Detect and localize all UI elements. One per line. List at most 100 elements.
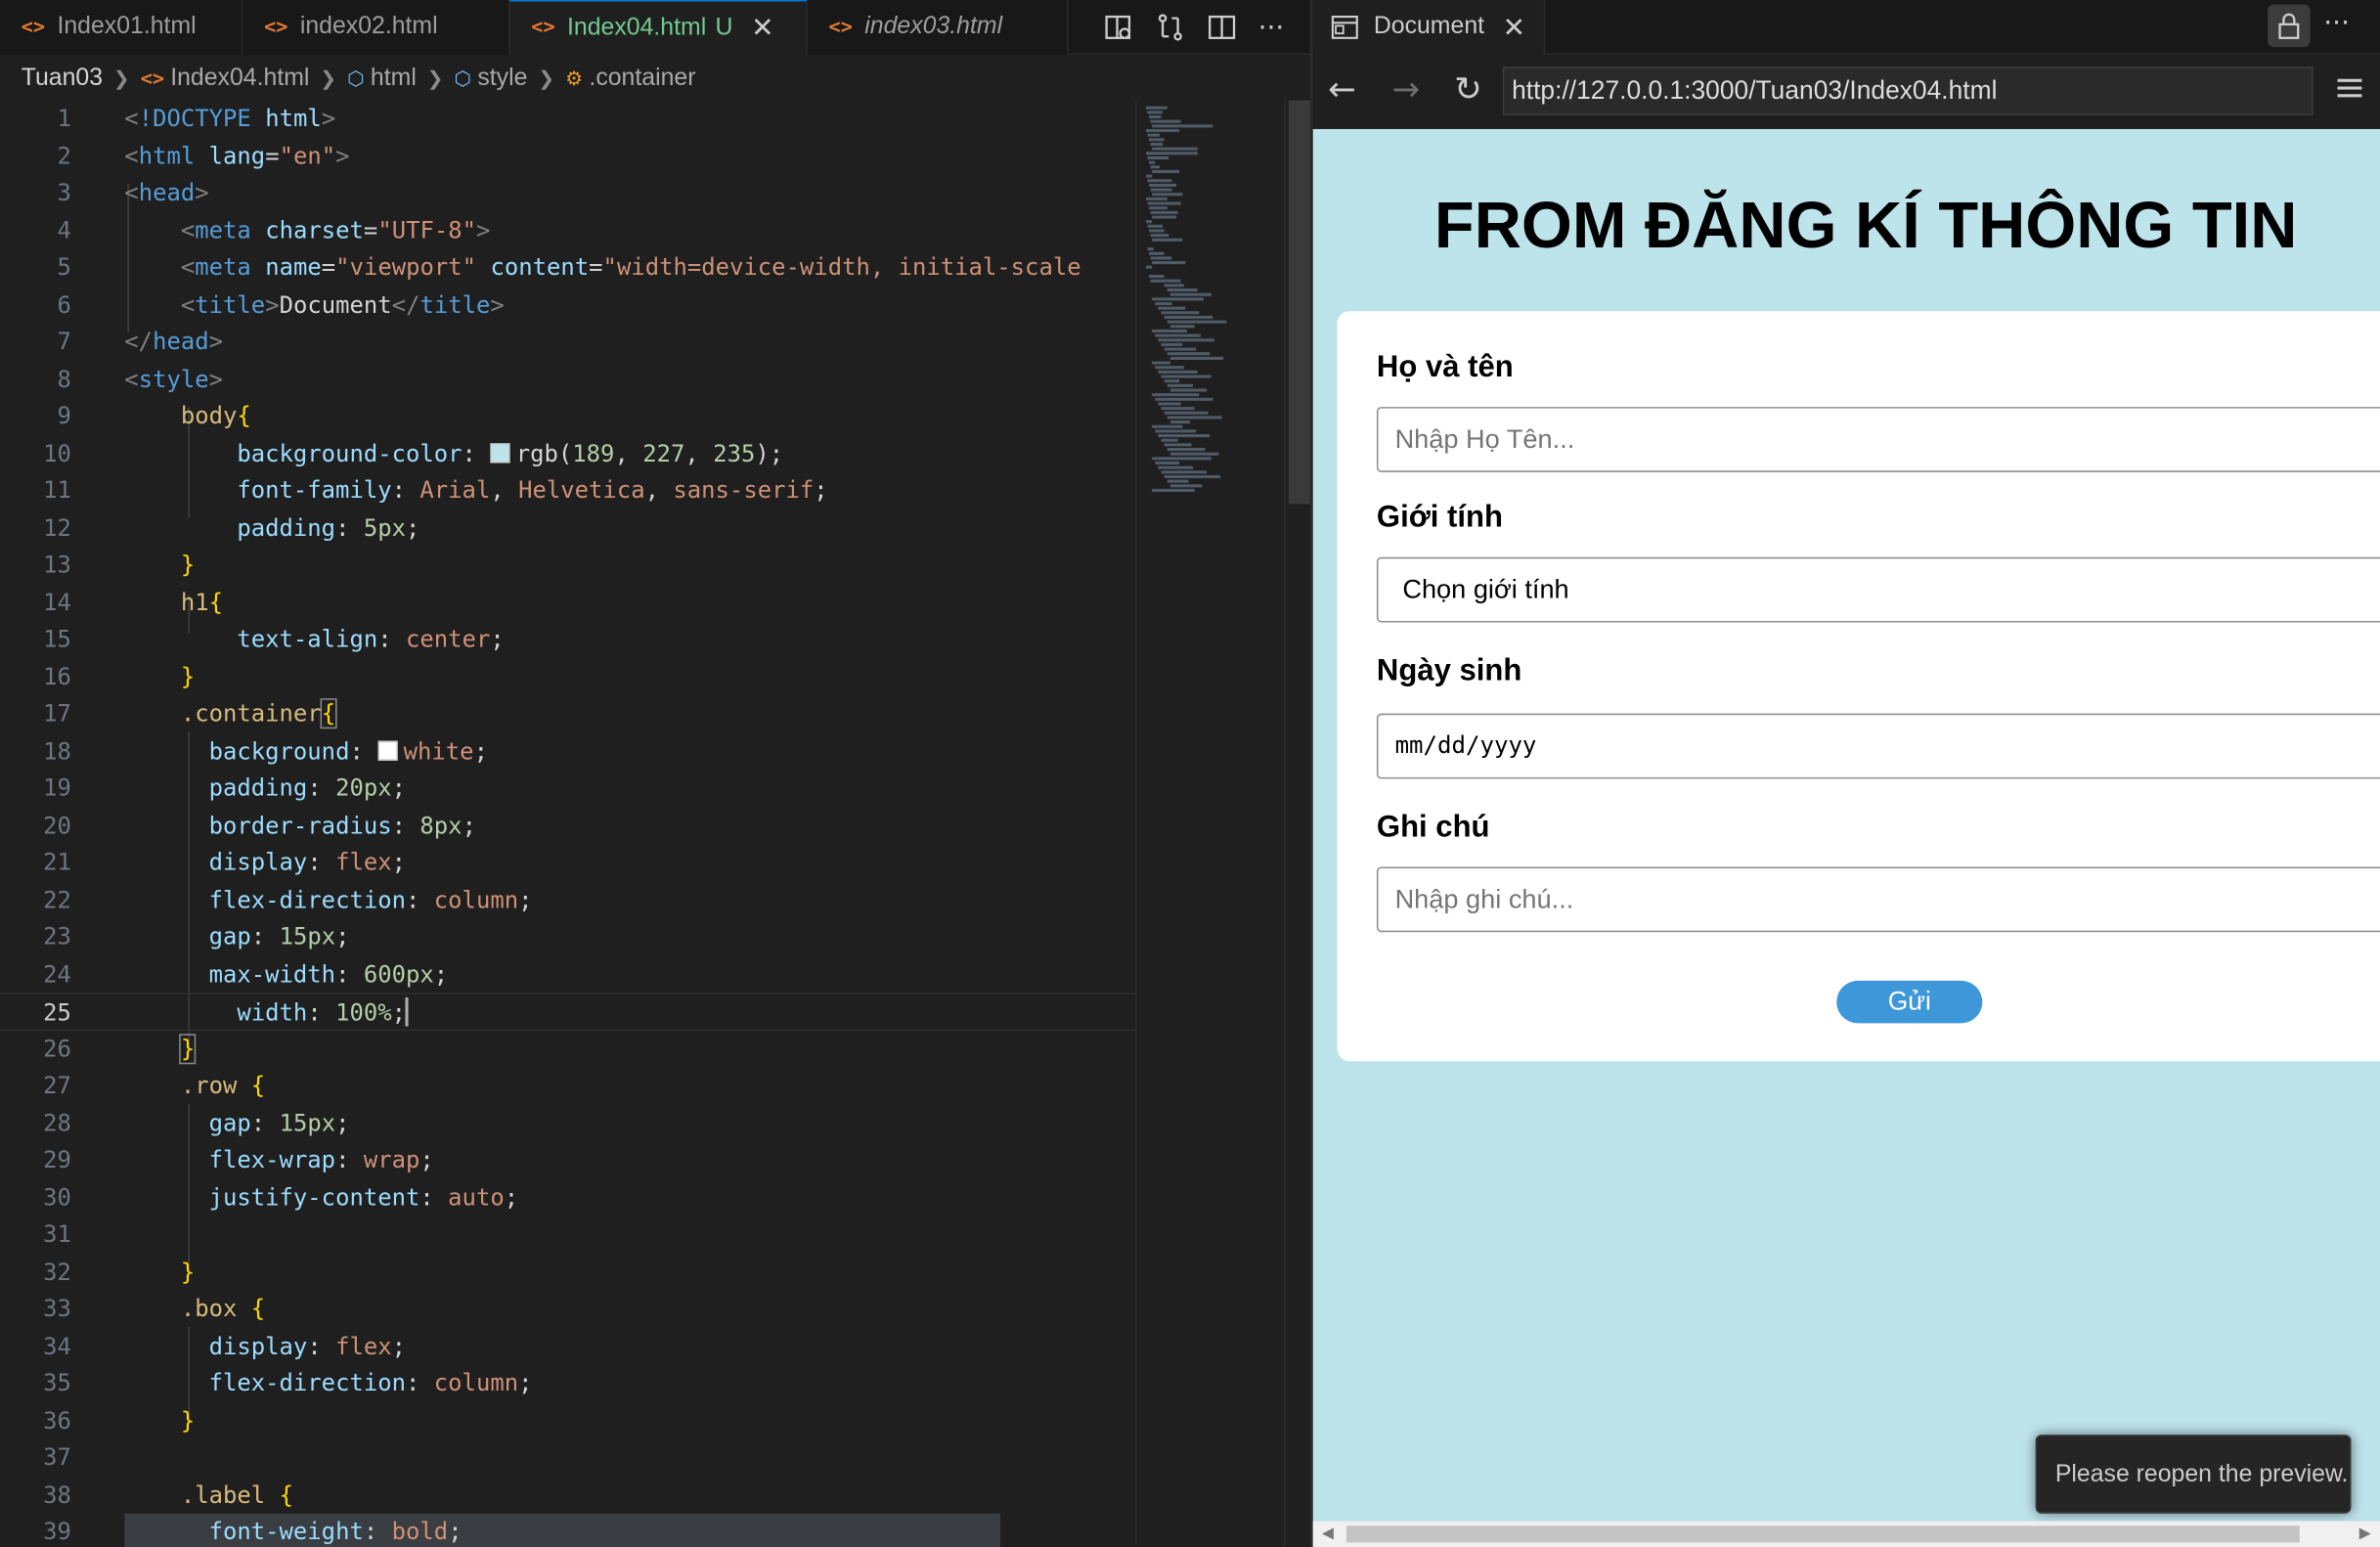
form-container: Họ và tên Nhập Họ Tên... Giới tính Chọn …	[1337, 311, 2380, 1062]
minimap-line	[1147, 224, 1164, 228]
minimap-line	[1164, 474, 1221, 479]
open-preview-icon[interactable]	[1103, 12, 1133, 42]
tab-index03[interactable]: <> index03.html	[807, 0, 1069, 55]
tab-label: Index04.html	[567, 14, 707, 41]
preview-tab-label: Document	[1373, 13, 1485, 40]
line-number: 15	[43, 625, 71, 653]
compare-changes-icon[interactable]	[1155, 12, 1185, 42]
minimap[interactable]	[1135, 100, 1285, 1547]
code-line: 5 <meta name="viewport" content="width=d…	[0, 249, 1135, 287]
note-label: Ghi chú	[1376, 811, 1490, 845]
line-number: 25	[43, 998, 71, 1027]
line-number: 9	[57, 402, 71, 430]
code-editor[interactable]: 1 <!DOCTYPE html> 2 <html lang="en"> 3 <hea…	[0, 100, 1312, 1547]
code-line: 20 border-radius: 8px;	[0, 807, 1135, 844]
minimap-line	[1155, 366, 1184, 370]
note-input[interactable]: Nhập ghi chú...	[1376, 866, 2380, 933]
line-number: 39	[43, 1518, 71, 1546]
line-number: 17	[43, 699, 71, 728]
more-actions-icon[interactable]: ···	[1258, 12, 1285, 44]
symbol-class-icon: ⚙	[565, 66, 584, 90]
tab-label: index03.html	[864, 13, 1003, 40]
minimap-line	[1164, 411, 1209, 415]
tab-index01[interactable]: <> Index01.html	[0, 0, 243, 55]
minimap-line	[1169, 452, 1219, 456]
color-swatch[interactable]	[490, 442, 510, 463]
minimap-line	[1155, 461, 1180, 465]
code-line: 15 text-align: center;	[0, 621, 1135, 658]
breadcrumb-folder[interactable]: Tuan03	[22, 66, 103, 93]
minimap-line	[1145, 128, 1180, 133]
minimap-line	[1167, 416, 1222, 420]
breadcrumb-file[interactable]: Index04.html	[170, 66, 309, 93]
notification-toast: Please reopen the preview.	[2035, 1435, 2352, 1514]
split-editor-icon[interactable]	[1207, 12, 1237, 42]
symbol-element-icon: ⬡	[454, 66, 472, 90]
line-number: 4	[57, 216, 71, 244]
close-tab-icon[interactable]: ✕	[1503, 12, 1525, 44]
line-number: 10	[43, 439, 71, 467]
minimap-line	[1150, 142, 1164, 147]
minimap-line	[1145, 174, 1153, 178]
more-actions-icon[interactable]: ···	[2323, 9, 2350, 39]
line-number: 37	[43, 1443, 71, 1472]
code-line: 23 gap: 15px;	[0, 918, 1135, 955]
code-line: 1 <!DOCTYPE html>	[0, 100, 1135, 137]
code-line-current: 25 width: 100%;	[0, 993, 1136, 1031]
preview-horizontal-scrollbar[interactable]: ◀ ▶	[1312, 1521, 2380, 1547]
tab-index04[interactable]: <> Index04.html U ✕	[509, 0, 808, 55]
tab-index02[interactable]: <> index02.html	[242, 0, 510, 55]
editor-actions: ···	[1103, 0, 1311, 55]
close-tab-icon[interactable]: ✕	[751, 12, 773, 44]
minimap-line	[1164, 379, 1180, 383]
scroll-left-icon[interactable]: ◀	[1322, 1525, 1334, 1542]
scrollbar-thumb[interactable]	[1288, 100, 1310, 505]
minimap-line	[1150, 188, 1172, 192]
back-icon[interactable]: ←	[1328, 72, 1356, 110]
lock-icon[interactable]	[2268, 4, 2311, 48]
name-input[interactable]: Nhập Họ Tên...	[1376, 407, 2380, 472]
minimap-line	[1149, 251, 1165, 255]
url-input[interactable]: http://127.0.0.1:3000/Tuan03/Index04.htm…	[1502, 66, 2314, 115]
minimap-line	[1155, 301, 1172, 306]
line-number: 27	[43, 1072, 71, 1100]
minimap-line	[1152, 424, 1183, 428]
code-line: 3 <head>	[0, 175, 1135, 212]
editor-scrollbar[interactable]	[1284, 100, 1310, 1547]
code-line: 6 <title>Document</title>	[0, 287, 1135, 324]
minimap-line	[1152, 361, 1170, 365]
line-number: 8	[57, 365, 71, 393]
breadcrumb-html[interactable]: html	[371, 66, 417, 93]
forward-icon[interactable]: →	[1391, 72, 1420, 110]
minimap-line	[1149, 206, 1168, 210]
minimap-line	[1149, 229, 1165, 233]
breadcrumb-container[interactable]: .container	[589, 66, 695, 93]
birthdate-input[interactable]: mm/dd/yyyy	[1376, 713, 2380, 779]
code-line: 38 .label {	[0, 1477, 1135, 1514]
minimap-line	[1161, 470, 1208, 474]
minimap-line	[1164, 284, 1184, 287]
line-number: 24	[43, 959, 71, 988]
code-line: 14 h1{	[0, 584, 1135, 621]
refresh-icon[interactable]: ↻	[1454, 72, 1482, 110]
minimap-line	[1149, 138, 1165, 142]
minimap-line	[1161, 438, 1178, 442]
menu-icon[interactable]	[2337, 78, 2362, 102]
minimap-line	[1158, 306, 1186, 310]
html-file-icon: <>	[828, 16, 853, 39]
scrollbar-thumb[interactable]	[1345, 1525, 2300, 1543]
code-line: 37	[0, 1439, 1135, 1477]
gender-select[interactable]: Chọn giới tính	[1376, 556, 2380, 623]
submit-button[interactable]: Gửi	[1836, 980, 1983, 1024]
minimap-line	[1161, 342, 1183, 346]
color-swatch[interactable]	[377, 739, 398, 761]
line-number: 14	[43, 588, 71, 616]
tab-document-preview[interactable]: Document ✕	[1312, 0, 1546, 55]
breadcrumb-style[interactable]: style	[477, 66, 527, 93]
line-number: 34	[43, 1332, 71, 1360]
minimap-line	[1158, 338, 1214, 342]
minimap-line	[1150, 279, 1181, 283]
gender-label: Giới tính	[1376, 501, 1503, 535]
scroll-right-icon[interactable]: ▶	[2359, 1525, 2371, 1542]
minimap-line	[1147, 155, 1169, 160]
